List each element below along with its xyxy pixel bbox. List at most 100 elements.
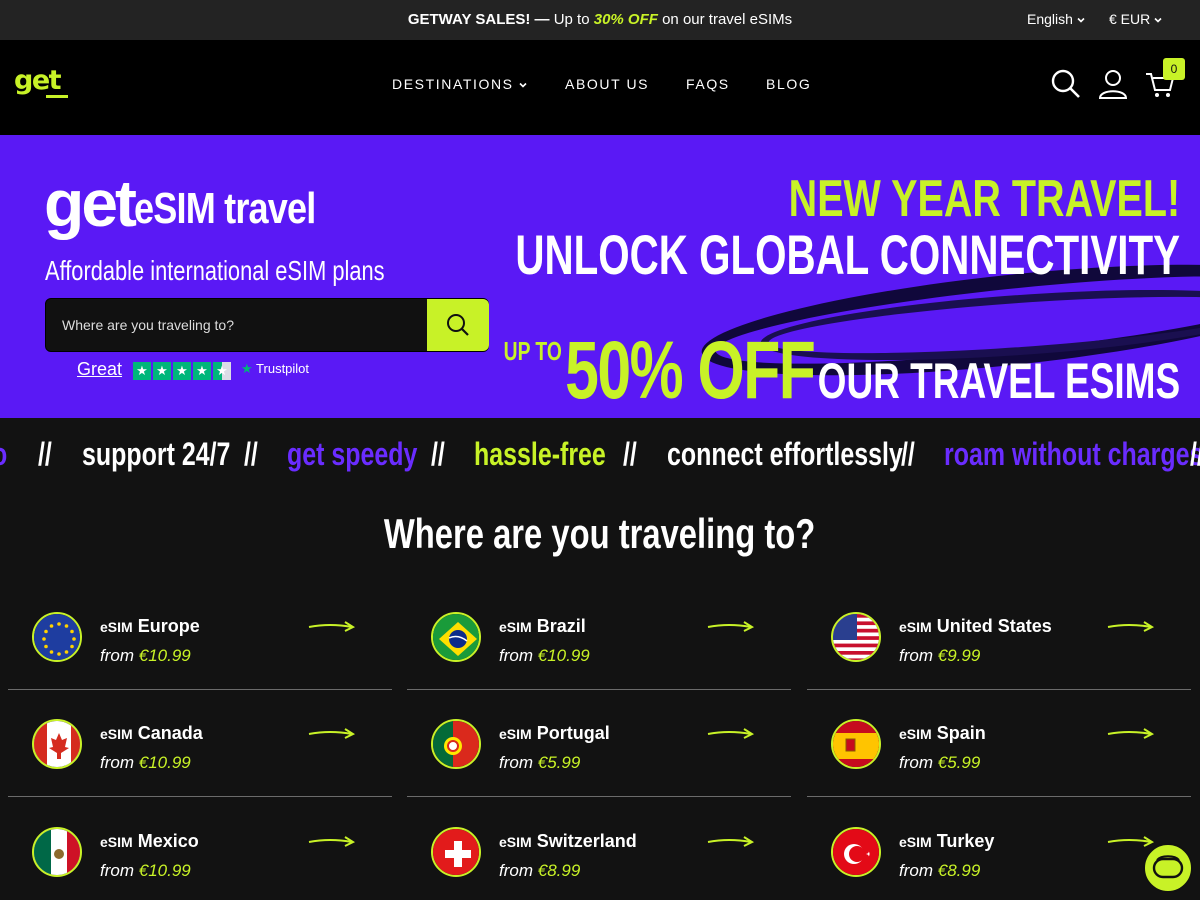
country-name: Mexico (137, 831, 199, 851)
destination-name: eSIM United States (899, 616, 1052, 637)
card-arrow (707, 835, 755, 849)
chat-widget-button[interactable] (1143, 843, 1193, 893)
destinations-title-text: Where are you traveling to? (384, 510, 816, 557)
marquee-partial: o (0, 434, 7, 474)
price-amount: €10.99 (537, 646, 590, 665)
promo-headline: NEW YEAR TRAVEL! (788, 170, 1180, 228)
feature-marquee: o // support 24/7 // get speedy // hassl… (0, 418, 1200, 490)
destination-price: from €5.99 (499, 753, 580, 773)
destination-name: eSIM Europe (100, 616, 200, 637)
price-amount: €10.99 (138, 753, 191, 772)
country-name: Brazil (536, 616, 586, 636)
nav-destinations[interactable]: DESTINATIONS (392, 76, 528, 92)
language-selector[interactable]: English (1027, 0, 1086, 40)
flag-icon (431, 827, 481, 877)
marquee-separator: // (244, 436, 258, 472)
promo-big: 50% OFF (564, 325, 816, 416)
from-label: from (100, 861, 134, 880)
promo-discount: UP TO 50% OFF OUR TRAVEL ESIMS (503, 330, 1180, 412)
country-name: Spain (936, 723, 986, 743)
nav-blog[interactable]: BLOG (766, 76, 811, 92)
logo[interactable]: get (14, 66, 74, 110)
hero-brand-title: eSIM travel (134, 184, 316, 233)
star-icon: ★ (153, 362, 171, 380)
star-icon: ★ (173, 362, 191, 380)
destination-name: eSIM Mexico (100, 831, 199, 852)
arrow-right-icon (308, 836, 356, 847)
destination-price: from €8.99 (499, 861, 580, 881)
destination-price: from €10.99 (100, 753, 191, 773)
promo-accent: 30% OFF (593, 11, 658, 28)
promo-upto: UP TO (503, 336, 562, 366)
destination-price: from €10.99 (499, 646, 590, 666)
destination-price: from €10.99 (100, 861, 191, 881)
flag-icon (32, 612, 82, 662)
destination-price: from €9.99 (899, 646, 980, 666)
card-arrow (707, 620, 755, 634)
esim-label: eSIM (100, 619, 133, 635)
nav-about-us[interactable]: ABOUT US (565, 76, 649, 92)
destination-card-united-states[interactable]: eSIM United States from €9.99 (807, 582, 1191, 690)
card-arrow (1107, 727, 1155, 741)
promo-bold: GETWAY SALES! — (407, 11, 550, 28)
star-icon: ★ (133, 362, 151, 380)
search-button[interactable] (427, 299, 489, 351)
destination-card-brazil[interactable]: eSIM Brazil from €10.99 (407, 582, 791, 690)
destinations-title: Where are you traveling to? (0, 508, 1200, 560)
esim-label: eSIM (499, 726, 532, 742)
country-name: United States (936, 616, 1052, 636)
marquee-item: roam without charges (944, 436, 1200, 472)
destination-search (45, 298, 489, 352)
currency-selector[interactable]: € EUR (1109, 0, 1163, 40)
card-arrow (1107, 620, 1155, 634)
esim-label: eSIM (499, 834, 532, 850)
marquee-separator: // (623, 436, 637, 472)
trust-stars: ★ ★ ★ ★ ★ (133, 362, 231, 380)
esim-label: eSIM (499, 619, 532, 635)
country-name: Portugal (536, 723, 610, 743)
esim-label: eSIM (899, 619, 932, 635)
flag-icon (431, 719, 481, 769)
marquee-separator: // (901, 436, 915, 472)
promo-post: on our travel eSIMs (657, 11, 793, 28)
destination-card-switzerland[interactable]: eSIM Switzerland from €8.99 (407, 797, 791, 900)
arrow-right-icon (1107, 621, 1155, 632)
destination-card-portugal[interactable]: eSIM Portugal from €5.99 (407, 689, 791, 797)
logo-underscore (46, 95, 68, 98)
trustpilot-logo: ★ Trustpilot (241, 361, 310, 376)
destination-card-turkey[interactable]: eSIM Turkey from €8.99 (807, 797, 1191, 900)
hero-banner: get eSIM travel Affordable international… (0, 135, 1200, 418)
card-arrow (707, 727, 755, 741)
chevron-down-icon (519, 83, 527, 88)
nav-destinations-label: DESTINATIONS (392, 76, 514, 92)
user-icon[interactable] (1097, 68, 1129, 100)
from-label: from (499, 861, 533, 880)
destination-price: from €8.99 (899, 861, 980, 881)
destination-card-canada[interactable]: eSIM Canada from €10.99 (8, 689, 392, 797)
flag-icon (831, 827, 881, 877)
price-amount: €9.99 (937, 646, 981, 665)
destination-search-input[interactable] (62, 313, 422, 337)
flag-icon (32, 827, 82, 877)
promo-subheadline: UNLOCK GLOBAL CONNECTIVITY (515, 223, 1180, 286)
from-label: from (499, 646, 533, 665)
from-label: from (100, 753, 134, 772)
country-name: Canada (137, 723, 203, 743)
chat-icon (1152, 855, 1184, 879)
destination-name: eSIM Portugal (499, 723, 610, 744)
price-amount: €5.99 (937, 753, 981, 772)
destination-card-spain[interactable]: eSIM Spain from €5.99 (807, 689, 1191, 797)
destination-card-europe[interactable]: eSIM Europe from €10.99 (8, 582, 392, 690)
marquee-item: get speedy (287, 436, 418, 472)
destination-card-mexico[interactable]: eSIM Mexico from €10.99 (8, 797, 392, 900)
price-amount: €8.99 (537, 861, 581, 880)
nav-faqs[interactable]: FAQS (686, 76, 730, 92)
flag-icon (431, 612, 481, 662)
card-arrow (308, 620, 356, 634)
star-half-icon: ★ (213, 362, 231, 380)
esim-label: eSIM (899, 726, 932, 742)
search-icon[interactable] (1050, 68, 1082, 100)
arrow-right-icon (308, 728, 356, 739)
arrow-right-icon (1107, 728, 1155, 739)
hero-subtitle: Affordable international eSIM plans (45, 255, 385, 286)
